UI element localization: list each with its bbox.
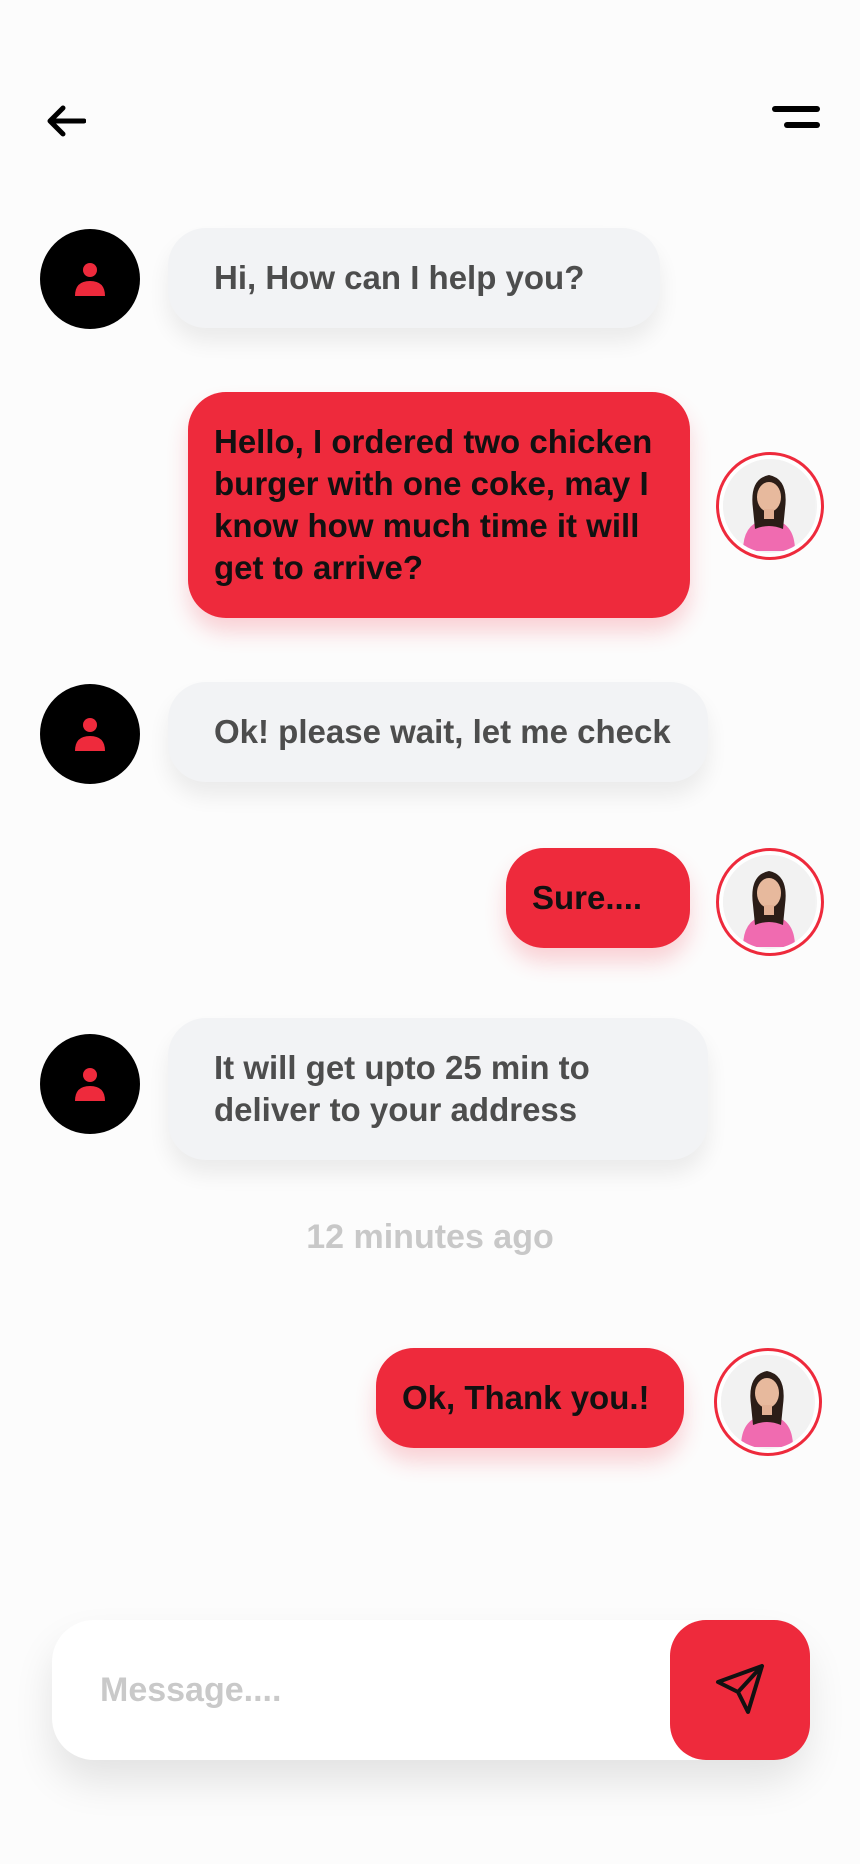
user-avatar [716,848,824,956]
support-avatar [40,684,140,784]
support-avatar [40,1034,140,1134]
message-text: Hello, I ordered two chicken burger with… [214,423,653,586]
send-button[interactable] [670,1620,810,1760]
message-bubble-outgoing: Ok, Thank you.! [376,1348,684,1448]
message-text: Sure.... [532,879,643,916]
person-icon [75,718,105,751]
menu-icon [772,106,820,112]
message-input[interactable] [100,1656,660,1724]
message-bubble-incoming: Hi, How can I help you? [168,228,660,328]
message-text: Ok! please wait, let me check [214,713,671,750]
message-text: Ok, Thank you.! [402,1379,650,1416]
person-icon [75,1068,105,1101]
user-avatar [714,1348,822,1456]
back-button[interactable] [38,98,94,144]
message-timestamp: 12 minutes ago [306,1218,554,1256]
message-bubble-incoming: Ok! please wait, let me check [168,682,708,782]
user-photo [721,1355,813,1447]
message-bubble-outgoing: Hello, I ordered two chicken burger with… [188,392,690,618]
message-text: Hi, How can I help you? [214,259,585,296]
support-avatar [40,229,140,329]
message-text: It will get upto 25 min to deliver to yo… [214,1049,590,1128]
person-icon [75,263,105,296]
menu-button[interactable] [770,100,820,136]
chat-screen: Hi, How can I help you? Hello, I ordered… [0,0,860,1864]
message-bubble-incoming: It will get upto 25 min to deliver to yo… [168,1018,708,1160]
send-icon [716,1664,764,1714]
user-avatar [716,452,824,560]
message-bubble-outgoing: Sure.... [506,848,690,948]
arrow-left-icon [47,105,86,137]
user-photo [723,459,815,551]
menu-icon-bar [784,122,820,128]
user-photo [723,855,815,947]
